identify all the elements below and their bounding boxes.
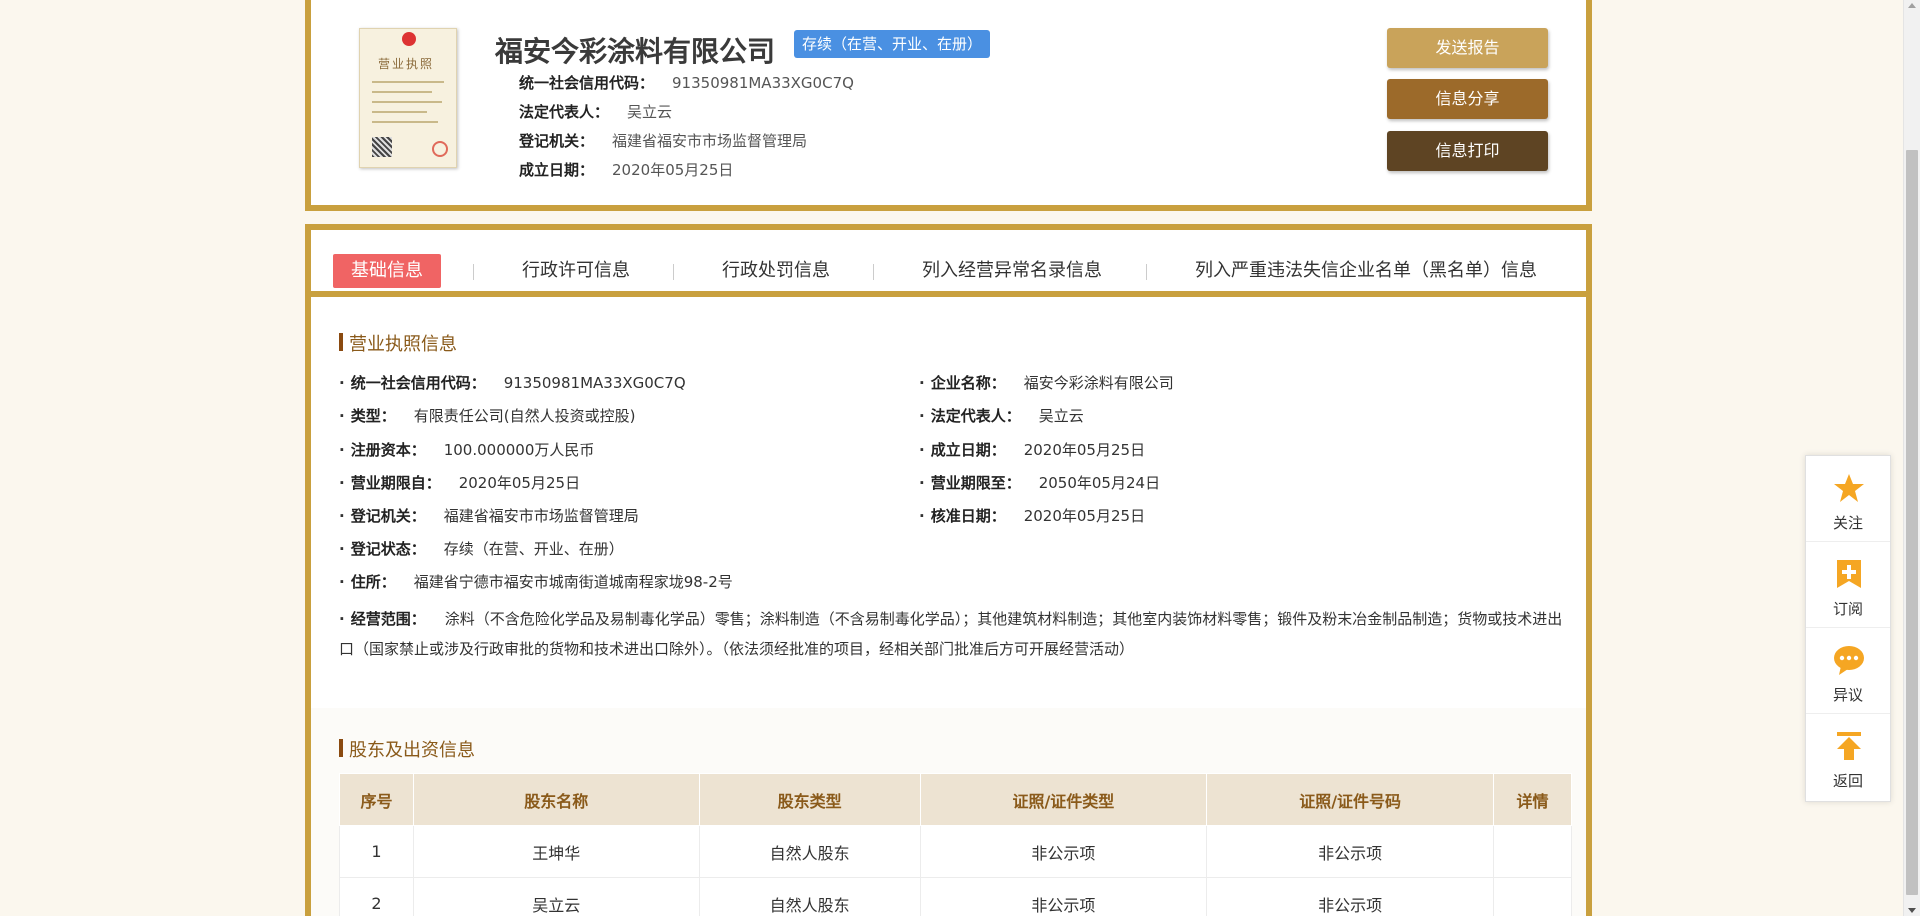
qr-code-icon: [372, 137, 392, 157]
tab-admin-penalty[interactable]: 行政处罚信息: [722, 254, 830, 288]
subscribe-button[interactable]: 订阅: [1806, 542, 1890, 628]
field-type: · 类型： 有限责任公司(自然人投资或控股): [339, 407, 636, 425]
tab-basic-info[interactable]: 基础信息: [333, 254, 441, 288]
header-established-row: 成立日期： 2020年05月25日: [519, 161, 734, 179]
field-legal-representative: · 法定代表人： 吴立云: [919, 407, 1084, 425]
details-card: 基础信息 行政许可信息 行政处罚信息 列入经营异常名录信息 列入严重违法失信企业…: [305, 224, 1592, 916]
license-image-title: 营业执照: [378, 57, 435, 71]
field-approval-date: · 核准日期： 2020年05月25日: [919, 507, 1146, 525]
field-business-scope: · 经营范围： 涂料（不含危险化学品及易制毒化学品）零售；涂料制造（不含易制毒化学…: [339, 610, 1563, 658]
send-report-button[interactable]: 发送报告: [1387, 28, 1548, 68]
company-header-card: 营业执照 福安今彩涂料有限公司 存续（在营、开业、在册） 统一社会信用代码： 91…: [305, 0, 1592, 211]
back-to-top-button[interactable]: 返回: [1806, 714, 1890, 800]
col-index: 序号: [339, 773, 414, 826]
field-established-date: · 成立日期： 2020年05月25日: [919, 441, 1146, 459]
col-cert-number: 证照/证件号码: [1206, 773, 1494, 826]
header-credit-code-row: 统一社会信用代码： 91350981MA33XG0C7Q: [519, 74, 854, 92]
arrow-up-icon: [1837, 732, 1861, 760]
table-row: 1 王坤华 自然人股东 非公示项 非公示项: [339, 825, 1572, 878]
field-term-to: · 营业期限至： 2050年05月24日: [919, 474, 1161, 492]
tab-abnormal-list[interactable]: 列入经营异常名录信息: [922, 254, 1102, 288]
field-registration-status: · 登记状态： 存续（在营、开业、在册）: [339, 540, 624, 558]
tab-blacklist[interactable]: 列入严重违法失信企业名单（黑名单）信息: [1195, 254, 1537, 288]
table-row: 2 吴立云 自然人股东 非公示项 非公示项: [339, 877, 1572, 916]
scroll-thumb[interactable]: [1906, 150, 1918, 895]
license-section-title: 营业执照信息: [339, 330, 457, 356]
col-shareholder-type: 股东类型: [698, 773, 921, 826]
shareholder-section-title: 股东及出资信息: [339, 736, 475, 762]
scroll-up-arrow-icon[interactable]: [1908, 3, 1916, 8]
table-header-row: 序号 股东名称 股东类型 证照/证件类型 证照/证件号码 详情: [339, 773, 1572, 826]
business-license-image[interactable]: 营业执照: [359, 28, 457, 168]
scroll-down-arrow-icon[interactable]: [1908, 908, 1916, 913]
field-registration-authority: · 登记机关： 福建省福安市市场监督管理局: [339, 507, 639, 525]
col-shareholder-name: 股东名称: [412, 773, 700, 826]
print-info-button[interactable]: 信息打印: [1387, 131, 1548, 171]
header-legal-rep-row: 法定代表人： 吴立云: [519, 103, 673, 121]
col-details: 详情: [1493, 773, 1572, 826]
follow-button[interactable]: 关注: [1806, 456, 1890, 542]
tab-admin-license[interactable]: 行政许可信息: [522, 254, 630, 288]
field-term-from: · 营业期限自： 2020年05月25日: [339, 474, 581, 492]
header-authority-row: 登记机关： 福建省福安市市场监督管理局: [519, 132, 808, 150]
chat-bubble-icon: [1834, 646, 1864, 675]
bookmark-plus-icon: [1837, 560, 1861, 588]
shareholder-table: 序号 股东名称 股东类型 证照/证件类型 证照/证件号码 详情 1 王坤华 自然…: [339, 773, 1572, 916]
tab-bar: 基础信息 行政许可信息 行政处罚信息 列入经营异常名录信息 列入严重违法失信企业…: [311, 230, 1586, 297]
objection-button[interactable]: 异议: [1806, 628, 1890, 714]
field-address: · 住所： 福建省宁德市福安市城南街道城南程家垅98-2号: [339, 573, 733, 591]
field-company-name: · 企业名称： 福安今彩涂料有限公司: [919, 374, 1174, 392]
share-info-button[interactable]: 信息分享: [1387, 79, 1548, 119]
side-toolbar: 关注 订阅 异议 返回: [1805, 455, 1891, 802]
vertical-scrollbar[interactable]: [1903, 0, 1920, 916]
seal-icon: [432, 141, 448, 157]
col-cert-type: 证照/证件类型: [919, 773, 1208, 826]
field-credit-code: · 统一社会信用代码： 91350981MA33XG0C7Q: [339, 374, 686, 392]
company-name: 福安今彩涂料有限公司: [495, 35, 776, 68]
star-icon: [1834, 474, 1864, 502]
national-emblem-icon: [402, 32, 416, 46]
field-registered-capital: · 注册资本： 100.000000万人民币: [339, 441, 595, 459]
status-badge: 存续（在营、开业、在册）: [794, 30, 991, 58]
